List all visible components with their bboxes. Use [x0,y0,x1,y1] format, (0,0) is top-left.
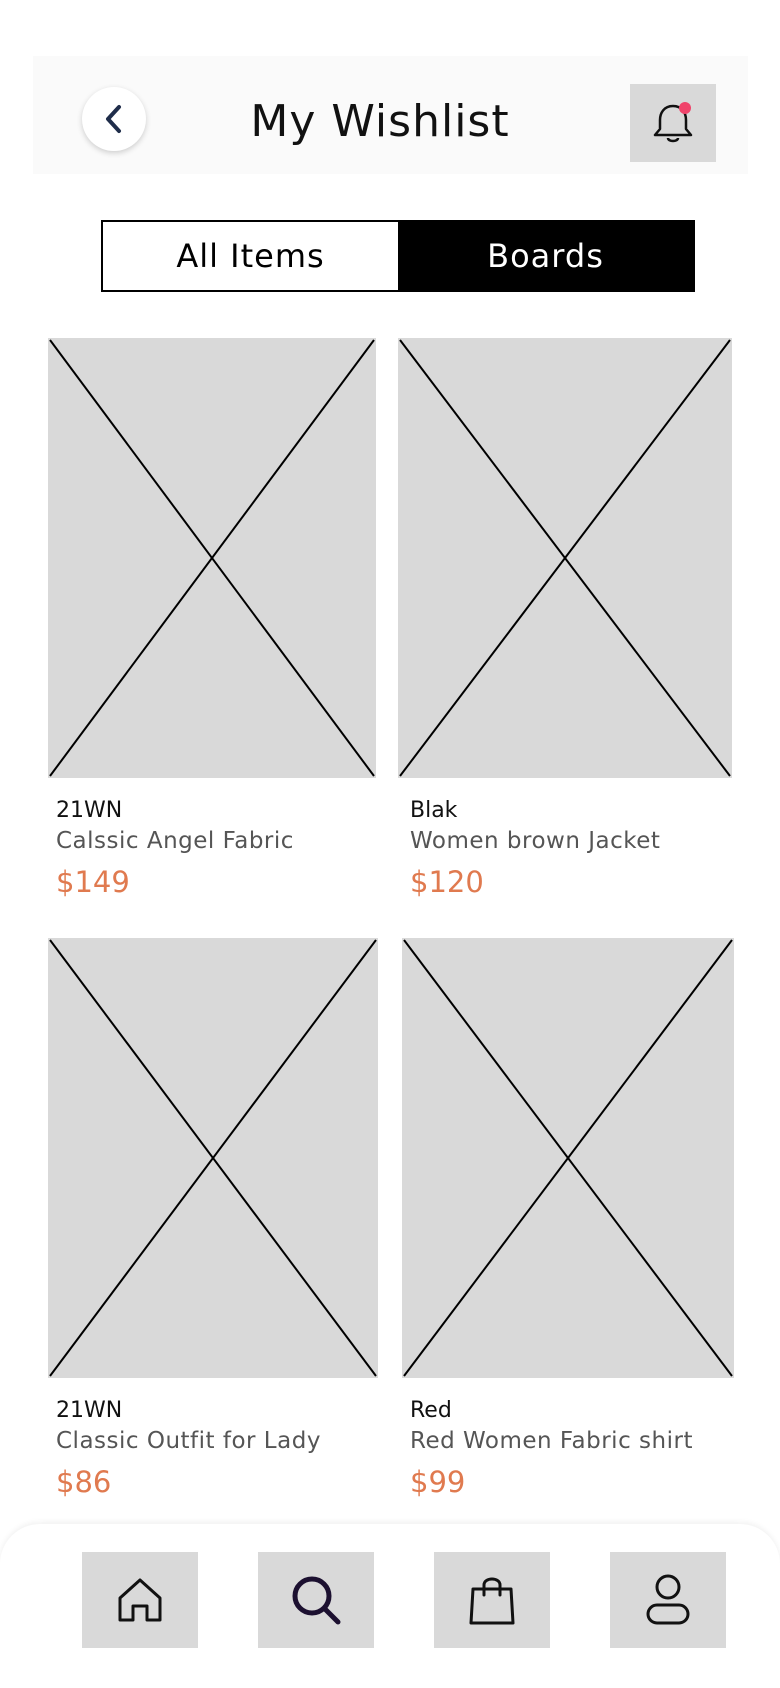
product-name: Women brown Jacket [410,828,661,854]
product-card[interactable]: Red Red Women Fabric shirt $99 [402,938,734,1499]
product-price: $120 [410,865,484,899]
product-card[interactable]: 21WN Calssic Angel Fabric $149 [48,338,376,899]
nav-home-button[interactable] [82,1552,198,1648]
product-name: Classic Outfit for Lady [56,1428,321,1454]
chevron-left-icon [106,105,121,133]
home-icon [118,1578,162,1622]
product-name: Calssic Angel Fabric [56,828,294,854]
product-image-placeholder [48,338,376,778]
wishlist-tabs: All Items Boards [101,220,695,292]
page-title: My Wishlist [250,96,510,147]
back-button[interactable] [82,87,146,151]
bell-icon [653,102,693,143]
product-brand: 21WN [56,1398,123,1423]
search-icon [292,1576,341,1625]
shopping-bag-icon [469,1577,515,1625]
product-card[interactable]: 21WN Classic Outfit for Lady $86 [48,938,378,1499]
product-image-placeholder [402,938,734,1378]
notifications-button[interactable] [630,84,716,162]
product-price: $99 [410,1465,466,1499]
profile-icon [646,1574,690,1625]
product-brand: Red [410,1398,452,1423]
product-brand: 21WN [56,798,123,823]
product-brand: Blak [410,798,458,823]
product-card[interactable]: Blak Women brown Jacket $120 [398,338,732,899]
nav-search-button[interactable] [258,1552,374,1648]
tab-all-items[interactable]: All Items [103,222,398,290]
product-price: $86 [56,1465,112,1499]
product-image-placeholder [48,938,378,1378]
nav-profile-button[interactable] [610,1552,726,1648]
notification-dot [679,102,691,114]
nav-cart-button[interactable] [434,1552,550,1648]
product-price: $149 [56,865,130,899]
product-image-placeholder [398,338,732,778]
tab-boards[interactable]: Boards [398,222,693,290]
product-name: Red Women Fabric shirt [410,1428,693,1454]
